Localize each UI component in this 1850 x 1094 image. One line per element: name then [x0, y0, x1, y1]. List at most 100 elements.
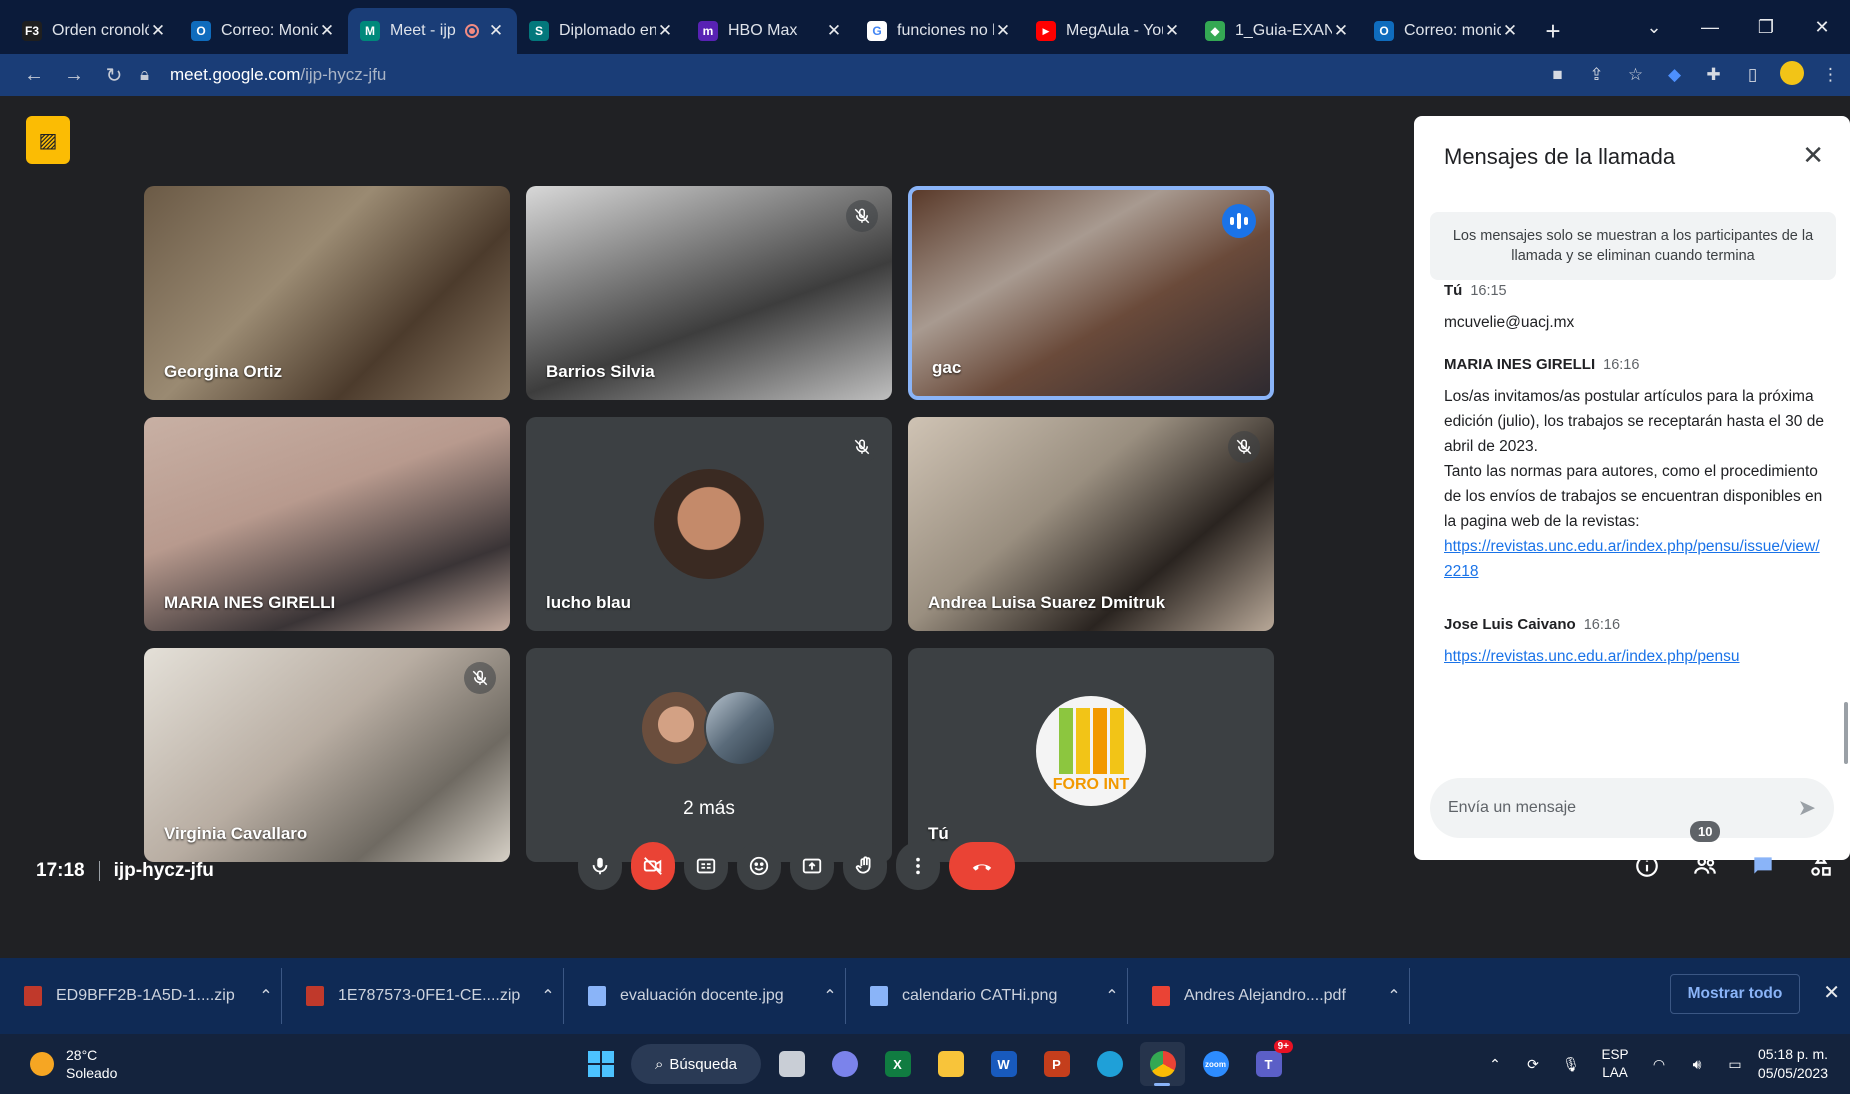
tab-orden[interactable]: F3 Orden cronoló ✕ [10, 8, 179, 54]
address-bar[interactable]: 🔒︎ meet.google.com/ijp-hycz-jfu [140, 58, 1535, 92]
more-participants-tile[interactable]: 2 más [526, 648, 892, 862]
close-icon[interactable]: ✕ [487, 21, 505, 41]
participant-tile[interactable]: Georgina Ortiz [144, 186, 510, 400]
participant-tile[interactable]: Virginia Cavallaro [144, 648, 510, 862]
powerpoint-app[interactable]: P [1034, 1042, 1079, 1086]
mic-button[interactable] [578, 842, 622, 890]
teams-app[interactable]: T 9+ [1246, 1040, 1293, 1086]
tab-funciones[interactable]: Gfunciones no l ✕ [855, 8, 1024, 54]
zoom-app[interactable]: zoom [1193, 1042, 1238, 1086]
weather-widget[interactable]: 28°C Soleado [30, 1046, 117, 1082]
close-icon[interactable]: ✕ [994, 21, 1012, 41]
participant-tile-speaking[interactable]: gac [908, 186, 1274, 400]
microphone-icon[interactable]: 🎙︎ [1552, 1056, 1590, 1073]
chrome-app[interactable] [1140, 1042, 1185, 1086]
sync-icon[interactable]: ⟳ [1514, 1056, 1552, 1073]
reload-icon[interactable]: ↻ [94, 63, 134, 88]
excel-app[interactable]: X [875, 1042, 920, 1086]
tab-correo-2[interactable]: O Correo: monic ✕ [1362, 8, 1531, 54]
reactions-button[interactable] [737, 842, 781, 890]
chevron-up-icon[interactable]: ⌃ [1379, 986, 1409, 1006]
self-tile[interactable]: FORO INT Tú [908, 648, 1274, 862]
tab-megaula[interactable]: ▶ MegAula - You ✕ [1024, 8, 1193, 54]
activities-button[interactable] [1792, 853, 1850, 879]
close-icon[interactable]: ✕ [1501, 21, 1519, 41]
meeting-info-button[interactable] [1618, 853, 1676, 879]
lock-icon[interactable]: 🔒︎ [140, 65, 156, 85]
close-icon[interactable]: ✕ [318, 21, 336, 41]
message-link[interactable]: https://revistas.unc.edu.ar/index.php/pe… [1444, 648, 1740, 665]
chevron-up-icon[interactable]: ⌃ [533, 986, 563, 1006]
download-item[interactable]: ED9BFF2B-1A5D-1....zip ⌃ [0, 968, 282, 1024]
tab-hbo[interactable]: m HBO Max ✕ [686, 8, 855, 54]
participant-tile[interactable]: Barrios Silvia [526, 186, 892, 400]
minimize-icon[interactable]: — [1682, 0, 1738, 54]
back-icon[interactable]: ← [14, 64, 54, 87]
close-icon[interactable]: ✕ [1332, 21, 1350, 41]
taskbar-search[interactable]: ⌕ Búsqueda [631, 1044, 761, 1084]
chat-scrollbar[interactable] [1844, 702, 1848, 764]
close-icon[interactable]: ✕ [656, 21, 674, 41]
chevron-up-icon[interactable]: ⌃ [1476, 1056, 1514, 1073]
tab-search-icon[interactable]: ⌄ [1626, 0, 1682, 54]
word-app[interactable]: W [981, 1042, 1026, 1086]
chat-button[interactable] [1734, 853, 1792, 879]
present-button[interactable] [790, 842, 834, 890]
task-view-button[interactable] [769, 1042, 814, 1086]
extension-icon[interactable]: ◆ [1655, 65, 1694, 85]
menu-icon[interactable]: ⋮ [1811, 65, 1850, 85]
download-item[interactable]: Andres Alejandro....pdf ⌃ [1128, 968, 1410, 1024]
side-panel-icon[interactable]: ▯ [1733, 65, 1772, 85]
window-close-icon[interactable]: ✕ [1794, 0, 1850, 54]
tab-diplomado[interactable]: S Diplomado en ✕ [517, 8, 686, 54]
bookmark-star-icon[interactable]: ☆ [1616, 65, 1655, 85]
participant-tile[interactable]: MARIA INES GIRELLI [144, 417, 510, 631]
wifi-icon[interactable]: ◠ [1640, 1056, 1678, 1073]
new-tab-button[interactable]: + [1531, 8, 1575, 54]
download-item[interactable]: calendario CATHi.png ⌃ [846, 968, 1128, 1024]
hidden-tiles-icon[interactable]: ▨ [26, 116, 70, 164]
share-icon[interactable]: ⇪ [1577, 65, 1616, 85]
download-item[interactable]: 1E787573-0FE1-CE....zip ⌃ [282, 968, 564, 1024]
chat-message-input[interactable] [1448, 799, 1798, 817]
tab-meet[interactable]: M Meet - ijp ✕ [348, 8, 517, 54]
explorer-app[interactable] [928, 1042, 973, 1086]
excel-icon: X [884, 1051, 911, 1077]
raise-hand-button[interactable] [843, 842, 887, 890]
start-button[interactable] [578, 1042, 623, 1086]
chat-input-box: ➤ [1430, 778, 1834, 838]
taskbar-clock[interactable]: 05:18 p. m. 05/05/2023 [1754, 1045, 1850, 1083]
maximize-icon[interactable]: ❐ [1738, 0, 1794, 54]
volume-icon[interactable]: 🔊︎ [1678, 1056, 1716, 1073]
battery-icon[interactable]: ▭ [1716, 1056, 1754, 1073]
close-icon[interactable]: ✕ [1823, 980, 1840, 1005]
close-icon[interactable]: ✕ [825, 21, 843, 41]
close-icon[interactable]: ✕ [1802, 142, 1824, 168]
edge-app[interactable] [1087, 1042, 1132, 1086]
chevron-up-icon[interactable]: ⌃ [815, 986, 845, 1006]
show-all-downloads-button[interactable]: Mostrar todo [1670, 974, 1800, 1014]
system-tray: ⌃ ⟳ 🎙︎ ESP LAA ◠ 🔊︎ ▭ 05:18 p. m. 05/05/20… [1476, 1034, 1850, 1094]
camera-icon[interactable]: ■ [1538, 65, 1577, 85]
chevron-up-icon[interactable]: ⌃ [251, 986, 281, 1006]
message-link[interactable]: https://revistas.unc.edu.ar/index.php/pe… [1444, 538, 1820, 580]
more-options-button[interactable] [896, 842, 940, 890]
chat-app[interactable] [822, 1042, 867, 1086]
puzzle-icon[interactable]: ✚ [1694, 65, 1733, 85]
input-language[interactable]: ESP LAA [1590, 1046, 1640, 1082]
close-icon[interactable]: ✕ [1163, 21, 1181, 41]
people-button[interactable]: 10 [1676, 821, 1734, 879]
tab-correo-1[interactable]: O Correo: Monic ✕ [179, 8, 348, 54]
forward-icon[interactable]: → [54, 64, 94, 87]
participant-tile[interactable]: Andrea Luisa Suarez Dmitruk [908, 417, 1274, 631]
send-icon[interactable]: ➤ [1798, 795, 1816, 821]
download-item[interactable]: evaluación docente.jpg ⌃ [564, 968, 846, 1024]
leave-call-button[interactable] [949, 842, 1015, 890]
camera-button[interactable] [631, 842, 675, 890]
captions-button[interactable] [684, 842, 728, 890]
tab-guia[interactable]: ◆ 1_Guia-EXANI ✕ [1193, 8, 1362, 54]
close-icon[interactable]: ✕ [149, 21, 167, 41]
participant-tile[interactable]: lucho blau [526, 417, 892, 631]
chevron-up-icon[interactable]: ⌃ [1097, 986, 1127, 1006]
profile-avatar[interactable] [1772, 60, 1811, 90]
